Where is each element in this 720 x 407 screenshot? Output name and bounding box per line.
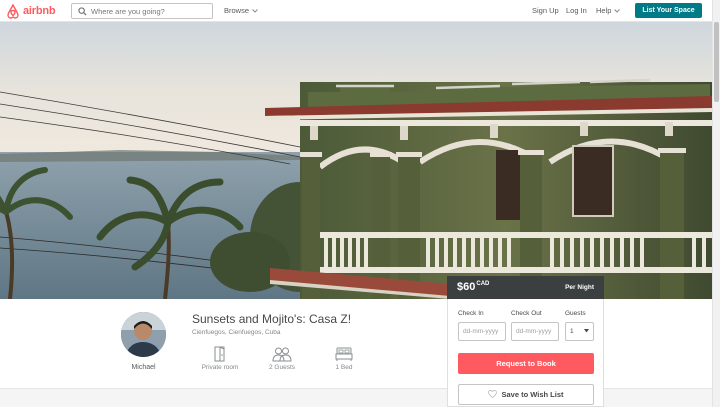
bed-icon xyxy=(314,346,374,362)
wishlist-label: Save to Wish List xyxy=(501,390,564,399)
listing-location[interactable]: Cienfuegos, Cienfuegos, Cuba xyxy=(192,329,281,336)
check-out-label: Check Out xyxy=(511,310,542,317)
logo-text: airbnb xyxy=(23,5,56,17)
request-to-book-button[interactable]: Request to Book xyxy=(458,353,594,374)
chevron-down-icon xyxy=(252,6,258,15)
search-box[interactable] xyxy=(71,3,213,19)
amenity-beds: 1 Bed xyxy=(314,346,374,371)
list-your-space-button[interactable]: List Your Space xyxy=(635,3,702,18)
listing-summary: Michael Sunsets and Mojito's: Casa Z! Ci… xyxy=(0,299,712,389)
check-out-input[interactable] xyxy=(511,322,559,341)
amenity-room-type: Private room xyxy=(190,346,250,371)
amenity-guests: 2 Guests xyxy=(252,346,312,371)
browse-menu[interactable]: Browse xyxy=(224,6,258,15)
airbnb-logo-icon xyxy=(7,3,19,19)
amenity-label: 2 Guests xyxy=(268,364,295,371)
check-in-input[interactable] xyxy=(458,322,506,341)
per-night-label: Per Night xyxy=(565,284,594,291)
guests-select[interactable]: 1 xyxy=(565,322,594,341)
caret-down-icon xyxy=(584,328,589,335)
listing-title: Sunsets and Mojito's: Casa Z! xyxy=(192,312,352,326)
heart-icon xyxy=(488,389,498,400)
help-menu[interactable]: Help xyxy=(596,6,621,15)
price-bar: $60CAD Per Night xyxy=(447,276,604,299)
door-icon xyxy=(190,346,250,362)
top-nav-bar: airbnb Browse Sign Up Log In Help List Y… xyxy=(0,0,720,22)
scrollbar-thumb[interactable] xyxy=(714,22,719,102)
nightly-price: $60CAD xyxy=(457,281,490,293)
search-icon xyxy=(75,4,89,18)
price-currency: CAD xyxy=(476,281,490,287)
guests-icon xyxy=(252,346,312,362)
chevron-down-icon xyxy=(614,6,621,15)
section-divider xyxy=(0,388,712,407)
search-input[interactable] xyxy=(91,6,211,16)
guests-label: Guests xyxy=(565,310,586,317)
check-in-label: Check In xyxy=(458,310,484,317)
host-name[interactable]: Michael xyxy=(110,364,177,371)
help-label: Help xyxy=(596,6,612,15)
signup-link[interactable]: Sign Up xyxy=(532,6,559,15)
browse-label: Browse xyxy=(224,6,250,15)
page-scrollbar[interactable] xyxy=(712,0,720,407)
booking-panel: $60CAD Per Night Check In Check Out Gues… xyxy=(447,276,604,407)
airbnb-logo[interactable]: airbnb xyxy=(6,3,56,19)
listing-hero-photo[interactable] xyxy=(0,22,712,299)
login-link[interactable]: Log In xyxy=(566,6,587,15)
amenity-label: 1 Bed xyxy=(335,364,353,371)
amenity-label: Private room xyxy=(201,364,239,371)
save-to-wishlist-button[interactable]: Save to Wish List xyxy=(458,384,594,405)
host-avatar[interactable] xyxy=(121,312,166,357)
guests-value: 1 xyxy=(570,328,574,335)
